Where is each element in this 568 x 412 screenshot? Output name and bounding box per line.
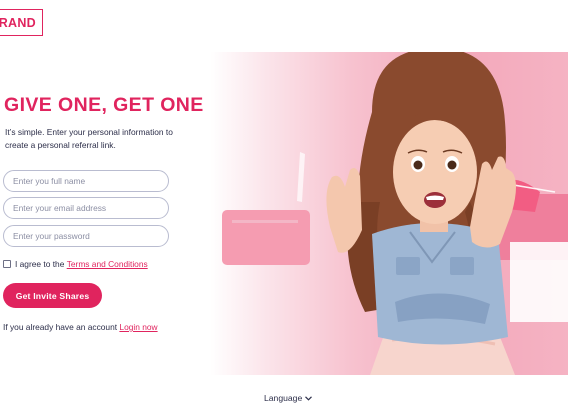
email-input[interactable]: Enter your email address (3, 197, 169, 219)
language-selector[interactable]: Language (264, 393, 313, 403)
terms-checkbox[interactable] (3, 260, 11, 268)
signup-panel: GIVE ONE, GET ONE It’s simple. Enter you… (0, 52, 230, 375)
get-invite-shares-button[interactable]: Get Invite Shares (3, 283, 102, 308)
email-placeholder: Enter your email address (13, 203, 107, 213)
language-label: Language (264, 393, 303, 403)
footer: Language (0, 375, 568, 412)
brand-logo-text: RAND (0, 15, 36, 30)
brand-logo[interactable]: RAND (0, 9, 43, 36)
login-prompt: If you already have an account Login now (3, 322, 158, 332)
intro-text: It’s simple. Enter your personal informa… (5, 127, 173, 150)
password-input[interactable]: Enter your password (3, 225, 169, 247)
password-placeholder: Enter your password (13, 231, 90, 241)
terms-link[interactable]: Terms and Conditions (67, 259, 148, 269)
login-link[interactable]: Login now (119, 322, 157, 332)
terms-label: I agree to the (15, 259, 67, 269)
hero-section: GIVE ONE, GET ONE It’s simple. Enter you… (0, 52, 568, 375)
submit-label: Get Invite Shares (15, 290, 90, 301)
left-hand (326, 168, 362, 253)
page-title: GIVE ONE, GET ONE (4, 94, 204, 116)
chevron-down-icon (305, 395, 313, 401)
terms-agreement: I agree to the Terms and Conditions (3, 259, 148, 269)
gift-box-left (222, 210, 310, 265)
face (393, 120, 477, 224)
account-text: If you already have an account (3, 322, 120, 332)
full-name-input[interactable]: Enter you full name (3, 170, 169, 192)
full-name-placeholder: Enter you full name (13, 176, 86, 186)
